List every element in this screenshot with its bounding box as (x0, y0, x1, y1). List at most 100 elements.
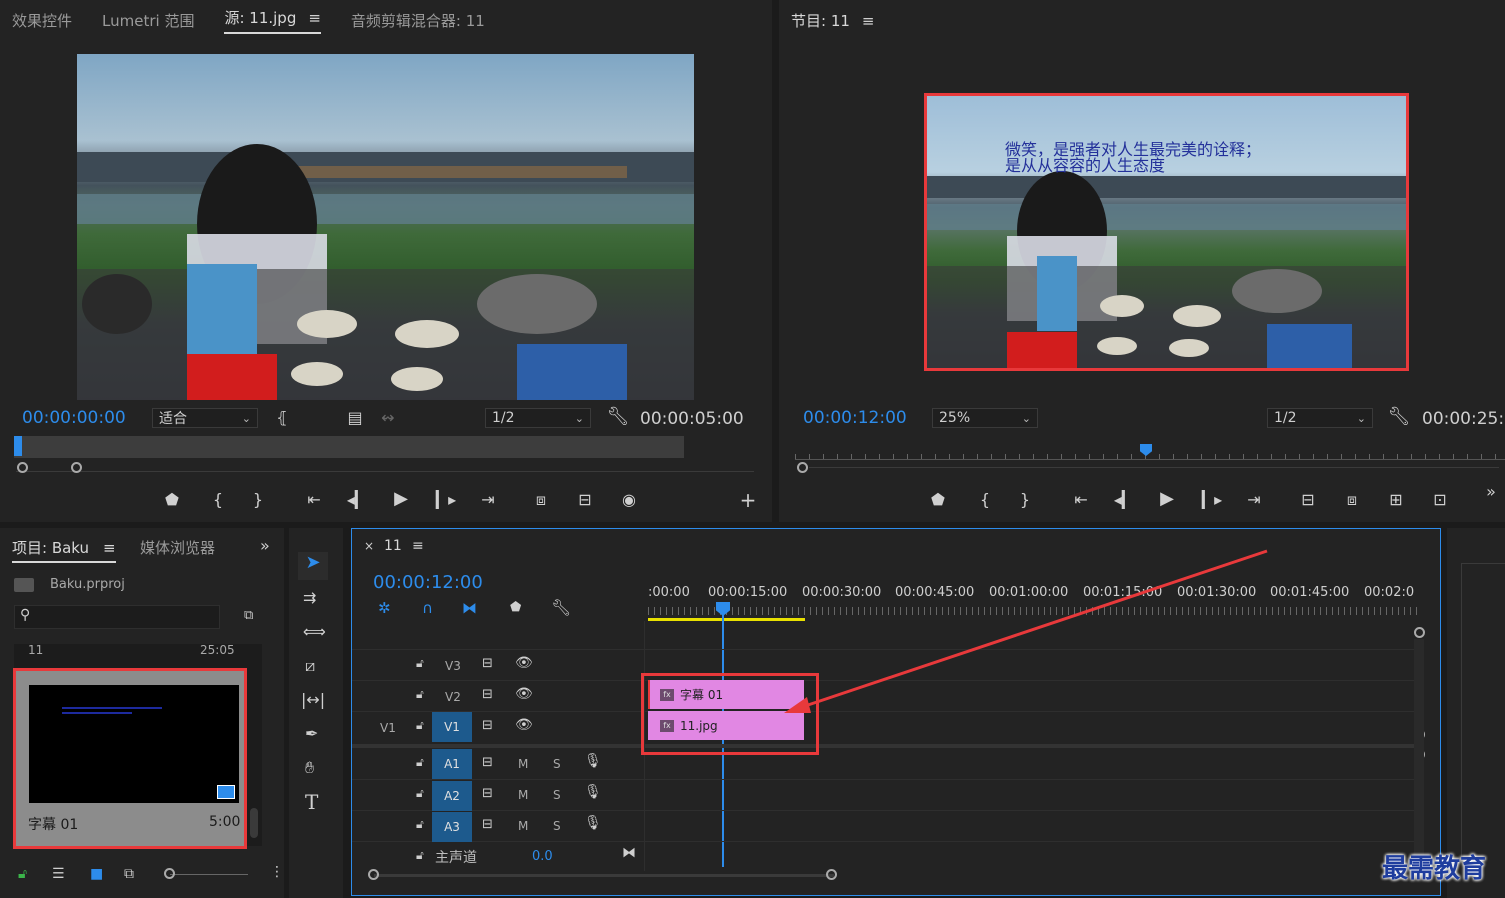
source-playhead[interactable] (14, 436, 22, 456)
project-tab[interactable]: 项目: Baku ≡ (12, 537, 116, 563)
lift-icon[interactable]: ⊟ (1296, 490, 1320, 509)
source-current-timecode[interactable]: 00:00:00:00 (22, 408, 126, 428)
source-zoom-handle-left[interactable] (17, 462, 28, 473)
list-view-icon[interactable]: ☰ (52, 866, 65, 882)
hscroll-handle-left[interactable] (368, 869, 379, 880)
lock-icon[interactable]: 🔓︎ (416, 848, 424, 863)
step-forward-icon[interactable]: ▎▸ (1200, 490, 1224, 509)
source-zoom-handle-right[interactable] (71, 462, 82, 473)
program-zoom-dropdown[interactable]: 25% ⌄ (932, 408, 1038, 428)
marker-icon[interactable]: ⬟ (510, 600, 521, 615)
mute-button[interactable]: M (518, 757, 528, 771)
clip-11-jpg[interactable]: fx 11.jpg (648, 711, 804, 740)
freeform-view-icon[interactable]: ⧉ (124, 866, 134, 882)
step-back-icon[interactable]: ◂▎ (345, 490, 369, 509)
lock-icon[interactable]: 🔓︎ (416, 656, 424, 671)
compare-icon[interactable]: ⊞ (1384, 490, 1408, 509)
track-label-v3[interactable]: V3 (445, 659, 461, 673)
play-icon[interactable]: ▶ (389, 488, 413, 509)
insert-icon[interactable]: ⧈ (529, 490, 553, 510)
eye-icon[interactable]: 👁︎ (515, 686, 533, 702)
track-label-a1[interactable]: A1 (432, 749, 472, 779)
mark-out-icon[interactable]: } (246, 490, 270, 509)
lock-icon[interactable]: 🔓︎ (416, 687, 424, 702)
settings-bracket-icon[interactable]: ⦃ (270, 408, 294, 427)
go-to-end-icon[interactable]: ⧓ (622, 845, 636, 861)
sync-lock-icon[interactable]: ⊟ (482, 656, 493, 671)
pen-icon[interactable]: ✒ (305, 724, 318, 743)
tab-effect-controls[interactable]: 效果控件 (12, 10, 72, 31)
timeline-timecode[interactable]: 00:00:12:00 (373, 572, 483, 593)
program-zoom-handle[interactable] (797, 462, 808, 473)
track-label-a2[interactable]: A2 (432, 781, 472, 811)
sync-lock-icon[interactable]: ⊟ (482, 718, 493, 733)
work-area-bar[interactable] (648, 618, 805, 621)
wrench-icon[interactable]: 🔧︎ (606, 406, 630, 427)
source-patch-v1[interactable]: V1 (380, 721, 396, 735)
hand-icon[interactable]: ✋︎ (305, 758, 314, 778)
media-browser-tab[interactable]: 媒体浏览器 (140, 537, 215, 558)
project-item-name[interactable]: 11 (28, 643, 43, 657)
more-controls-icon[interactable]: » (1479, 482, 1503, 501)
extract-icon[interactable]: ⧈ (1340, 490, 1364, 510)
type-icon[interactable]: T (305, 790, 318, 814)
eye-icon[interactable]: 👁︎ (515, 717, 533, 733)
sync-lock-icon[interactable]: ⊟ (482, 817, 493, 832)
mute-button[interactable]: M (518, 788, 528, 802)
multicam-icon[interactable]: ⊡ (1428, 490, 1452, 509)
microphone-icon[interactable]: 🎙︎ (584, 784, 602, 800)
tab-program[interactable]: 节目: 11 ≡ (791, 10, 875, 31)
track-label-a3[interactable]: A3 (432, 812, 472, 842)
sync-lock-icon[interactable]: ⊟ (482, 687, 493, 702)
hscroll-handle-right[interactable] (826, 869, 837, 880)
overwrite-icon[interactable]: ⊟ (573, 490, 597, 509)
panel-menu-icon[interactable]: ≡ (103, 539, 116, 557)
lock-icon[interactable]: 🔓︎ (416, 718, 424, 733)
mark-in-icon[interactable]: { (973, 490, 997, 509)
mute-button[interactable]: M (518, 819, 528, 833)
scroll-handle-top[interactable] (1414, 627, 1425, 638)
selection-tool-icon[interactable]: ➤ (298, 552, 328, 580)
track-label-v1[interactable]: V1 (432, 712, 472, 742)
play-icon[interactable]: ▶ (1155, 488, 1179, 509)
add-marker-icon[interactable]: ⬟ (926, 490, 950, 509)
project-scrollbar[interactable] (250, 808, 258, 838)
mark-in-icon[interactable]: { (206, 490, 230, 509)
wrench-icon[interactable]: 🔧︎ (551, 598, 571, 617)
icon-view-icon[interactable]: ■ (90, 866, 103, 882)
project-item-card[interactable]: 字幕 01 5:00 (13, 668, 247, 849)
sync-lock-icon[interactable]: ⊟ (482, 786, 493, 801)
go-to-in-icon[interactable]: ⇤ (1069, 490, 1093, 509)
go-to-in-icon[interactable]: ⇤ (302, 490, 326, 509)
track-label-v2[interactable]: V2 (445, 690, 461, 704)
solo-button[interactable]: S (553, 788, 561, 802)
wrench-icon[interactable]: 🔧︎ (1387, 406, 1411, 427)
add-marker-icon[interactable]: ⧓ (462, 599, 477, 617)
more-options-icon[interactable]: ⋮ (270, 864, 284, 880)
add-marker-icon[interactable]: ⬟ (160, 490, 184, 509)
track-select-icon[interactable]: ⇉ (303, 588, 316, 607)
close-icon[interactable]: × (364, 539, 374, 553)
microphone-icon[interactable]: 🎙︎ (584, 815, 602, 831)
more-panels-icon[interactable]: » (260, 536, 270, 555)
lock-icon[interactable]: 🔓︎ (18, 866, 27, 882)
eye-icon[interactable]: 👁︎ (515, 655, 533, 671)
sync-lock-icon[interactable]: ⊟ (482, 755, 493, 770)
go-to-out-icon[interactable]: ⇥ (476, 490, 500, 509)
snap-icon[interactable]: ✲ (378, 599, 391, 617)
timeline-ruler[interactable]: :00:00 00:00:15:00 00:00:30:00 00:00:45:… (648, 581, 1418, 621)
solo-button[interactable]: S (553, 819, 561, 833)
master-volume-value[interactable]: 0.0 (532, 849, 553, 864)
zoom-slider-handle[interactable] (164, 868, 175, 879)
source-zoom-bar[interactable] (16, 462, 754, 472)
horizontal-scrollbar[interactable] (374, 874, 834, 877)
project-search-input[interactable] (14, 605, 220, 629)
panel-menu-icon[interactable]: ≡ (862, 12, 875, 30)
program-current-timecode[interactable]: 00:00:12:00 (803, 408, 907, 428)
film-strip-icon[interactable]: ▤ (343, 408, 367, 427)
sequence-tab[interactable]: 11 (384, 538, 402, 554)
lock-icon[interactable]: 🔓︎ (416, 817, 424, 832)
razor-icon[interactable]: ⧄ (305, 656, 315, 676)
tab-lumetri-scopes[interactable]: Lumetri 范围 (102, 10, 194, 31)
step-back-icon[interactable]: ◂▎ (1112, 490, 1136, 509)
